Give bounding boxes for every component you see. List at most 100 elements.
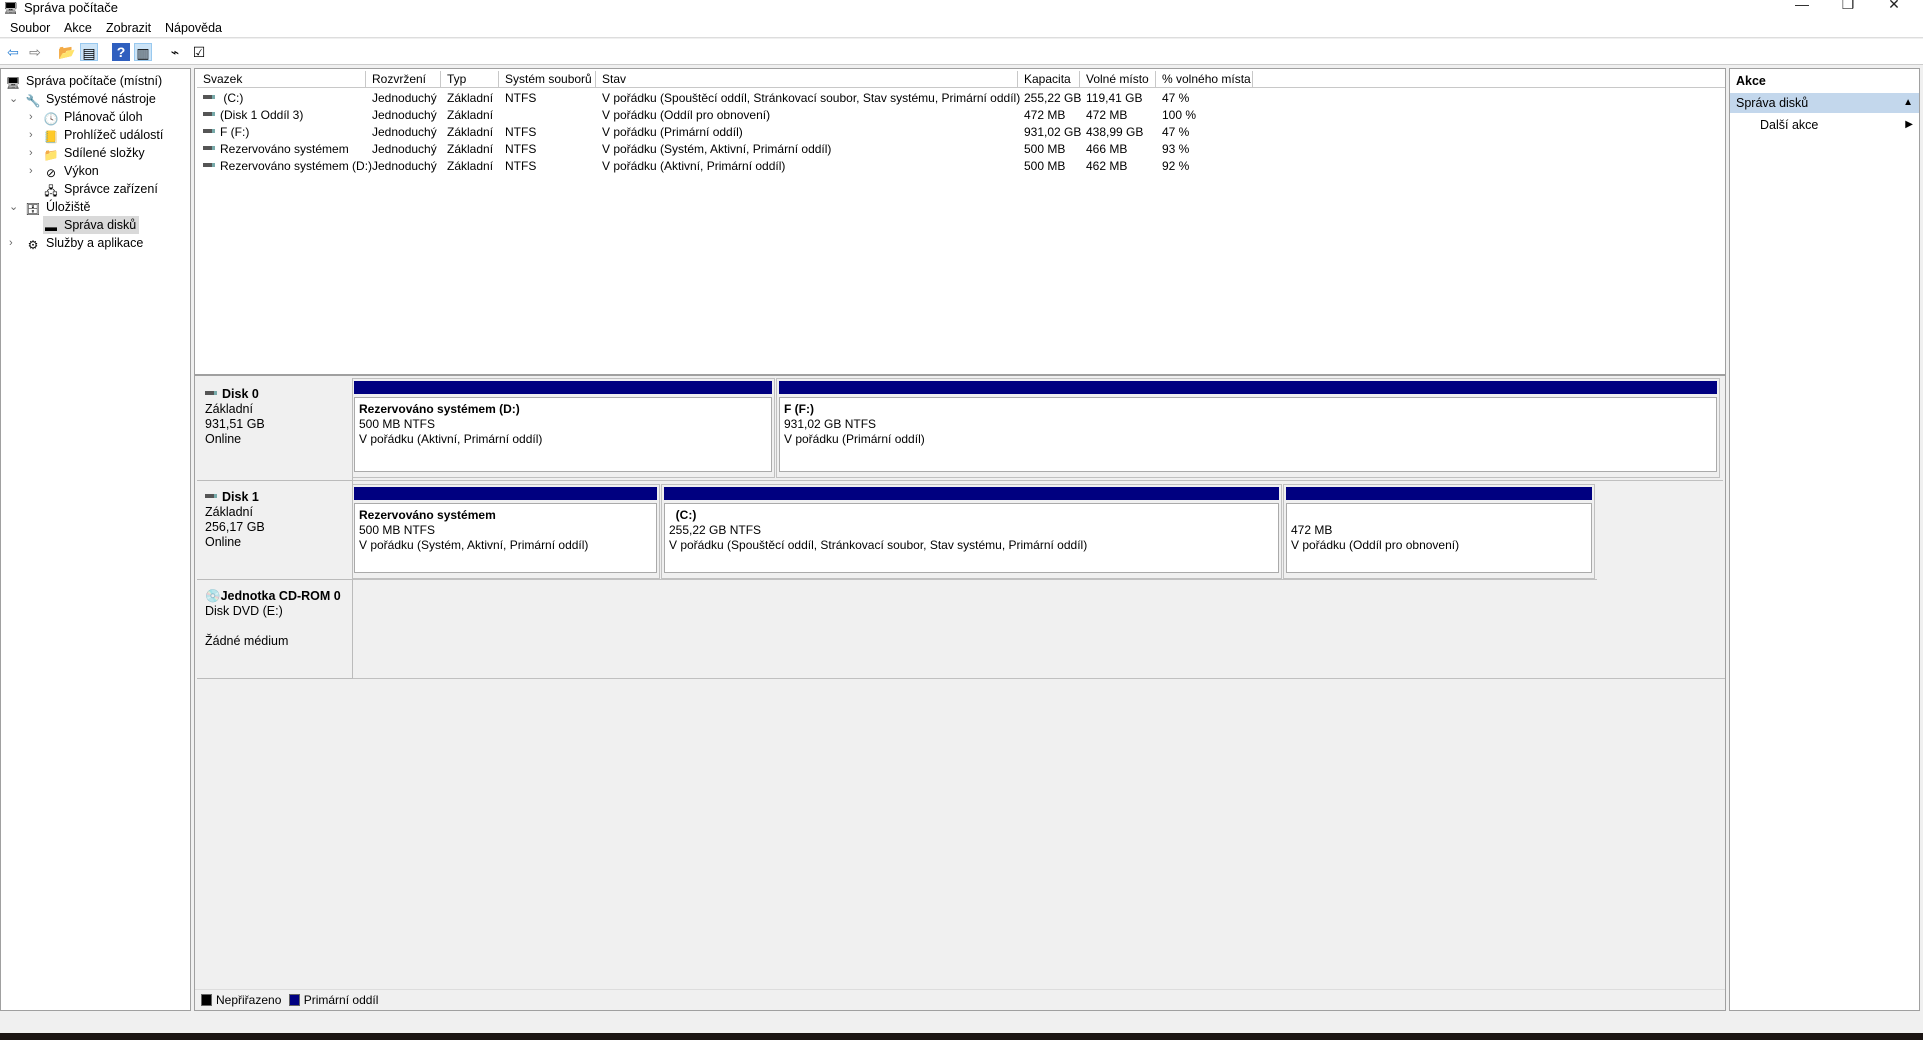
menu-zobrazit[interactable]: Zobrazit (106, 21, 151, 35)
help-icon[interactable]: ? (112, 43, 130, 61)
tree-label: Sdílené složky (64, 146, 145, 160)
table-cell: (Disk 1 Oddíl 3) (203, 107, 303, 124)
tree-item-shared-folders[interactable]: › 📁 Sdílené složky (29, 144, 145, 162)
forward-arrow-icon[interactable]: ⇨ (26, 43, 44, 61)
table-row[interactable]: (Disk 1 Oddíl 3) Jednoduchý Základní V pořá… (195, 107, 1295, 124)
show-hide-console-tree-icon[interactable]: ▤ (80, 43, 98, 61)
table-cell: 472 MB (1086, 107, 1127, 124)
connect-drive-icon[interactable]: ⌁ (166, 43, 184, 61)
minimize-button[interactable]: — (1782, 0, 1822, 16)
partition-disk0-reserved[interactable]: Rezervováno systémem (D:) 500 MB NTFS V po… (351, 378, 775, 478)
actions-section-disk-management[interactable]: Správa disků ▲ (1730, 93, 1919, 113)
menu-napoveda[interactable]: Nápověda (165, 21, 222, 35)
disk-name: Jednotka CD-ROM 0 (220, 589, 341, 603)
chevron-right-icon[interactable]: › (29, 162, 41, 180)
table-cell: 462 MB (1086, 158, 1127, 175)
tree-item-services-apps[interactable]: › ⚙ Služby a aplikace (9, 234, 143, 252)
column-header-volne-misto[interactable]: Volné místo (1080, 71, 1156, 88)
show-hide-action-pane-icon[interactable]: ▥ (134, 43, 152, 61)
cell-text: 438,99 GB (1086, 125, 1144, 139)
table-row[interactable]: F (F:) Jednoduchý Základní NTFS V pořádku (P… (195, 124, 1295, 141)
chevron-right-icon[interactable]: › (9, 234, 21, 252)
tree-item-root[interactable]: 🖥 Správa počítače (místní) (5, 72, 162, 90)
actions-pane: Akce Správa disků ▲ Další akce ▶ (1729, 68, 1920, 1011)
primary-partition-bar (664, 487, 1279, 500)
chevron-right-icon[interactable]: › (29, 144, 41, 162)
partition-size: 500 MB NTFS (359, 523, 436, 537)
tree-item-event-viewer[interactable]: › 📒 Prohlížeč událostí (29, 126, 163, 144)
restore-button[interactable]: ❐ (1828, 0, 1868, 16)
menu-soubor[interactable]: Soubor (10, 21, 50, 35)
tree-item-disk-management[interactable]: ▬ Správa disků (43, 216, 140, 234)
partition-disk1-c[interactable]: (C:) 255,22 GB NTFS V pořádku (Spouštěcí o… (661, 484, 1282, 579)
tree-item-system-tools[interactable]: ⌄ 🔧 Systémové nástroje (9, 90, 156, 108)
volume-icon (203, 95, 215, 99)
table-cell: F (F:) (203, 124, 249, 141)
chevron-down-icon[interactable]: ⌄ (9, 198, 21, 216)
disk-size: 256,17 GB (205, 520, 265, 534)
cell-text: Rezervováno systémem (220, 142, 349, 156)
cell-text: Jednoduchý (372, 159, 437, 173)
title-bar: 🖥 Správa počítače — ❐ ✕ (0, 0, 1923, 18)
action-more-actions[interactable]: Další akce ▶ (1760, 115, 1919, 135)
table-cell: Základní (447, 158, 493, 175)
chevron-right-icon[interactable]: › (29, 108, 41, 126)
partition-disk1-reserved[interactable]: Rezervováno systémem 500 MB NTFS V pořádku… (351, 484, 660, 579)
table-row[interactable]: Rezervováno systémem Jednoduchý Základní NT… (195, 141, 1295, 158)
collapse-up-icon[interactable]: ▲ (1903, 93, 1913, 113)
partition-status: V pořádku (Oddíl pro obnovení) (1291, 538, 1460, 552)
table-cell: 472 MB (1024, 107, 1065, 124)
tree-item-performance[interactable]: › ⊘ Výkon (29, 162, 99, 180)
partition-title: F (F:) (784, 402, 814, 416)
column-header-rozvrzeni[interactable]: Rozvržení (366, 71, 441, 88)
tree-item-device-manager[interactable]: 🖧 Správce zařízení (43, 180, 158, 198)
cell-text: V pořádku (Aktivní, Primární oddíl) (602, 159, 786, 173)
submenu-arrow-icon: ▶ (1905, 119, 1913, 130)
shared-folder-icon: 📁 (43, 148, 59, 162)
column-header-typ[interactable]: Typ (441, 71, 499, 88)
column-header-svazek[interactable]: Svazek (197, 71, 366, 88)
chevron-down-icon[interactable]: ⌄ (9, 90, 21, 108)
partition-disk1-recovery[interactable]: 472 MB V pořádku (Oddíl pro obnovení) (1283, 484, 1595, 579)
column-header-stav[interactable]: Stav (596, 71, 1018, 88)
cdrom-icon: 💿 (205, 589, 221, 603)
tree-item-task-scheduler[interactable]: › 🕓 Plánovač úloh (29, 108, 143, 126)
table-row[interactable]: (C:) Jednoduchý Základní NTFS V pořádku (Spo… (195, 90, 1295, 107)
column-header-procento-volneho[interactable]: % volného místa (1156, 71, 1253, 88)
table-cell: V pořádku (Aktivní, Primární oddíl) (602, 158, 785, 175)
cell-text: 500 MB (1024, 159, 1066, 173)
cell-text: Jednoduchý (372, 108, 437, 122)
cell-text: (C:) (220, 91, 244, 105)
tree-item-storage[interactable]: ⌄ 🗄 Úložiště (9, 198, 90, 216)
action-label: Další akce (1760, 118, 1819, 132)
performance-gauge-icon: ⊘ (45, 166, 57, 180)
table-cell: Rezervováno systémem (D:) (203, 158, 372, 175)
tree-label: Správce zařízení (64, 182, 158, 196)
close-button[interactable]: ✕ (1874, 0, 1914, 16)
table-cell: NTFS (505, 158, 536, 175)
cdrom-label[interactable]: 💿Jednotka CD-ROM 0 Disk DVD (E:) Žádné méd… (197, 580, 353, 679)
column-header-kapacita[interactable]: Kapacita (1018, 71, 1080, 88)
disk-1-label[interactable]: Disk 1 Základní 256,17 GB Online (197, 481, 353, 580)
tree-label: Plánovač úloh (64, 110, 143, 124)
table-row[interactable]: Rezervováno systémem (D:) Jednoduchý Zákla… (195, 158, 1295, 175)
table-cell: 92 % (1162, 158, 1189, 175)
disk-0-label[interactable]: Disk 0 Základní 931,51 GB Online (197, 378, 353, 481)
cell-text: 462 MB (1086, 159, 1128, 173)
cell-text: (Disk 1 Oddíl 3) (220, 108, 304, 122)
table-cell: Jednoduchý (372, 107, 437, 124)
table-cell: Jednoduchý (372, 158, 437, 175)
column-header-system-souboru[interactable]: Systém souborů (499, 71, 596, 88)
cell-text: Jednoduchý (372, 91, 437, 105)
table-cell: 47 % (1162, 90, 1189, 107)
toolbar: ⇦ ⇨ 📂 ▤ ? ▥ ⌁ ☑ (0, 39, 1923, 65)
table-cell: V pořádku (Spouštěcí oddíl, Stránkovací … (602, 90, 1020, 107)
chevron-right-icon[interactable]: › (29, 126, 41, 144)
partition-disk0-f[interactable]: F (F:) 931,02 GB NTFS V pořádku (Primární … (776, 378, 1720, 478)
partition-size: 255,22 GB NTFS (669, 523, 762, 537)
back-arrow-icon[interactable]: ⇦ (4, 43, 22, 61)
up-folder-icon[interactable]: 📂 (58, 43, 76, 61)
properties-list-icon[interactable]: ☑ (190, 43, 208, 61)
table-cell: 93 % (1162, 141, 1189, 158)
menu-akce[interactable]: Akce (64, 21, 92, 35)
